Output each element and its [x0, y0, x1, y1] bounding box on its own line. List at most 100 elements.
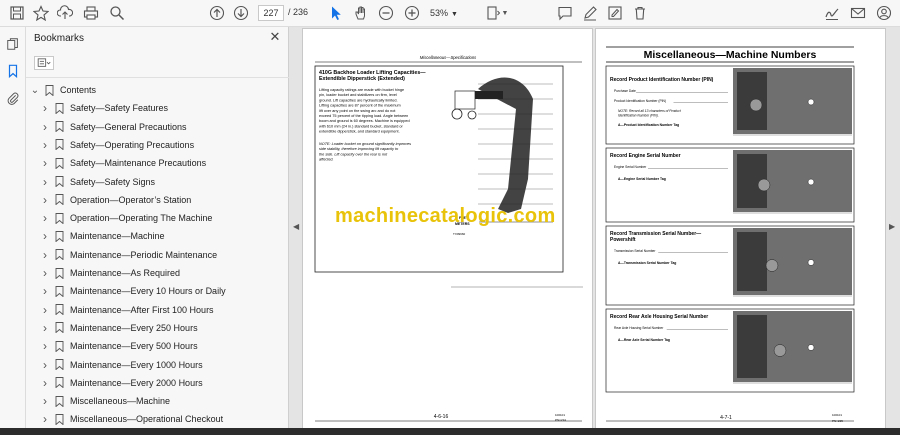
bookmark-label: Maintenance—Periodic Maintenance [70, 249, 218, 260]
chevron-right-icon[interactable]: › [40, 193, 50, 207]
footer-ref: 100101 [555, 413, 565, 417]
attachment-icon[interactable] [5, 90, 21, 106]
text-line: lift over any point on the swing arc and… [319, 109, 396, 113]
bookmark-item[interactable]: › Maintenance—After First 100 Hours [40, 301, 214, 319]
bookmark-item[interactable]: › Maintenance—Periodic Maintenance [40, 246, 217, 264]
bookmark-item[interactable]: › Safety—Safety Features [40, 99, 168, 117]
bookmark-item[interactable]: › Miscellaneous—Machine [40, 392, 170, 410]
bookmark-icon [55, 194, 64, 206]
serial-section: Record Transmission Serial Number— Powers… [605, 225, 855, 306]
box-body: Lifting capacity ratings are made with b… [319, 88, 410, 134]
mail-icon[interactable] [849, 4, 867, 22]
bookmark-item[interactable]: › Maintenance—Every 1000 Hours [40, 356, 203, 374]
section-note: NOTE: Record all 13 characters of Produc… [618, 109, 682, 118]
text-line: boom and ground is 60 degrees. Machine i… [319, 119, 410, 123]
search-icon[interactable] [108, 4, 126, 22]
chevron-right-icon[interactable]: › [40, 156, 50, 170]
bookmark-item[interactable]: › Operation—Operator’s Station [40, 191, 191, 209]
collapse-left-icon[interactable]: ◀ [293, 222, 299, 231]
draw-icon[interactable] [581, 4, 599, 22]
chevron-right-icon[interactable]: › [40, 284, 50, 298]
page-number-label: 4-6-16 [434, 414, 449, 420]
bookmark-icon [55, 139, 64, 151]
document-page-right: Miscellaneous—Machine Numbers Record Pro… [595, 28, 886, 433]
page-down-icon[interactable] [232, 4, 250, 22]
collapse-right-icon[interactable]: ▶ [889, 222, 895, 231]
chevron-right-icon[interactable]: › [40, 229, 50, 243]
chevron-right-icon[interactable]: › [40, 138, 50, 152]
bookmark-item[interactable]: › Maintenance—Every 2000 Hours [40, 374, 203, 392]
footer-code: PN=225 [832, 419, 843, 423]
zoom-out-icon[interactable] [377, 4, 395, 22]
page-thumbnails-icon[interactable] [5, 36, 21, 52]
text-line: Identification Number (PIN). [618, 114, 659, 118]
sign-icon[interactable] [823, 4, 841, 22]
select-cursor-icon[interactable] [327, 4, 345, 22]
bookmark-item[interactable]: › Operation—Operating The Machine [40, 209, 212, 227]
fill-sign-icon[interactable] [606, 4, 624, 22]
bookmark-icon [55, 121, 64, 133]
text-line: the side. Lift capacity over the rear is… [319, 152, 388, 156]
document-viewer[interactable]: ◀ ▶ Miscellaneous—Specifications 410G Ba… [289, 27, 900, 435]
bookmark-label: Operation—Operator’s Station [70, 194, 192, 205]
page-up-icon[interactable] [208, 4, 226, 22]
star-icon[interactable] [32, 4, 50, 22]
right-page-content: Miscellaneous—Machine Numbers Record Pro… [605, 46, 855, 423]
chevron-right-icon[interactable]: › [40, 376, 50, 390]
upload-icon[interactable] [56, 4, 74, 22]
bookmark-item[interactable]: › Safety—Maintenance Precautions [40, 154, 206, 172]
chevron-right-icon[interactable]: › [40, 394, 50, 408]
bookmark-item[interactable]: › Safety—Operating Precautions [40, 136, 194, 154]
bookmark-panel-icon[interactable] [5, 63, 21, 79]
chevron-down-icon[interactable]: ⌄ [30, 85, 40, 96]
chevron-right-icon[interactable]: › [40, 266, 50, 280]
bookmark-item[interactable]: › Maintenance—As Required [40, 264, 180, 282]
bookmark-label: Maintenance—As Required [70, 268, 181, 278]
chevron-right-icon[interactable]: › [40, 303, 50, 317]
zoom-in-icon[interactable] [403, 4, 421, 22]
bookmark-item[interactable]: › Maintenance—Every 500 Hours [40, 337, 198, 355]
bookmark-item[interactable]: › Miscellaneous—Operational Checkout [40, 410, 223, 428]
delete-icon[interactable] [631, 4, 649, 22]
bookmark-icon [55, 157, 64, 169]
bookmark-item[interactable]: ⌄ Contents [30, 81, 96, 99]
field-label: Product Identification Number (PIN) [614, 99, 666, 103]
comment-icon[interactable] [556, 4, 574, 22]
close-icon[interactable]: ✕ [268, 30, 282, 44]
bookmark-item[interactable]: › Maintenance—Every 10 Hours or Daily [40, 282, 226, 300]
text-line: extendible dipperstick, and standard equ… [319, 130, 400, 134]
chevron-right-icon[interactable]: › [40, 358, 50, 372]
chevron-right-icon[interactable]: › [40, 321, 50, 335]
bookmark-options-button[interactable] [34, 56, 54, 70]
chevron-right-icon[interactable]: › [40, 248, 50, 262]
section-heading: Record Rear Axle Housing Serial Number [610, 314, 708, 320]
chevron-right-icon[interactable]: › [40, 412, 50, 426]
section-heading: Record Engine Serial Number [610, 153, 681, 159]
zoom-dropdown[interactable]: 53% ▼ [430, 5, 464, 21]
chevron-right-icon[interactable]: › [40, 101, 50, 115]
field-label: Rear Axle Housing Serial Number [614, 326, 664, 330]
bookmark-item[interactable]: › Maintenance—Every 250 Hours [40, 319, 198, 337]
bookmark-item[interactable]: › Maintenance—Machine [40, 227, 165, 245]
hand-icon[interactable] [352, 4, 370, 22]
bookmarks-panel: Bookmarks ✕ ⌄ Contents › Safety—Safety Feat… [26, 27, 309, 435]
chevron-right-icon[interactable]: › [40, 339, 50, 353]
bookmark-label: Miscellaneous—Operational Checkout [70, 414, 224, 425]
bookmark-icon [55, 413, 64, 425]
save-icon[interactable] [8, 4, 26, 22]
serial-section: Record Engine Serial Number Engine Serial… [605, 147, 855, 223]
print-icon[interactable] [82, 4, 100, 22]
account-icon[interactable] [875, 4, 893, 22]
chevron-right-icon[interactable]: › [40, 175, 50, 189]
page-number-input[interactable]: 227 [258, 5, 284, 21]
bookmark-item[interactable]: › Safety—Safety Signs [40, 173, 155, 191]
bookmark-item[interactable]: › Safety—General Precautions [40, 118, 187, 136]
bookmark-icon [45, 84, 54, 96]
bookmark-label: Safety—Safety Signs [70, 176, 156, 187]
fit-chevron-icon[interactable]: ▼ [500, 4, 510, 22]
chevron-right-icon[interactable]: › [40, 120, 50, 134]
bookmark-label: Contents [60, 85, 97, 95]
bookmark-icon [55, 212, 64, 224]
bookmark-label: Safety—Operating Precautions [70, 139, 195, 150]
chevron-right-icon[interactable]: › [40, 211, 50, 225]
